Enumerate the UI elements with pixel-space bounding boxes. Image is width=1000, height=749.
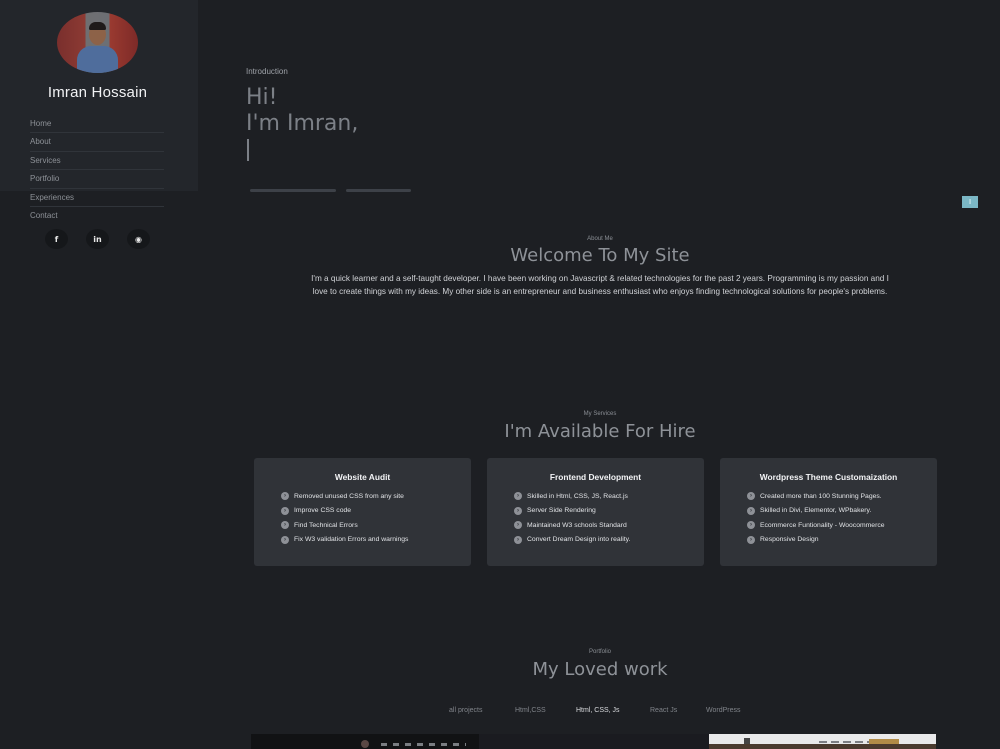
list-item: › Find Technical Errors: [281, 518, 463, 533]
chevron-right-icon: ›: [281, 506, 289, 515]
list-item-text: Convert Dream Design into reality.: [527, 536, 631, 544]
sidebar-nav: Home About Services Portfolio Experience…: [30, 115, 164, 225]
nav-about[interactable]: About: [30, 133, 164, 152]
portfolio-thumbnail[interactable]: [251, 734, 479, 749]
portfolio-thumbnail[interactable]: [709, 734, 936, 749]
list-item: › Removed unused CSS from any site: [281, 489, 463, 504]
nav-services[interactable]: Services: [30, 152, 164, 171]
chevron-right-icon: ›: [514, 535, 522, 544]
list-item-text: Server Side Rendering: [527, 507, 596, 515]
hero-greeting: Hi!: [246, 85, 278, 110]
service-card-website-audit: Website Audit › Removed unused CSS from a…: [254, 458, 471, 566]
portfolio-title: My Loved work: [532, 659, 668, 680]
hero-button-primary[interactable]: [250, 189, 336, 192]
portfolio-filters: all projects Html,CSS Html, CSS, Js Reac…: [0, 707, 1000, 719]
list-item-text: Skilled in Html, CSS, JS, React.js: [527, 492, 628, 500]
list-item-text: Responsive Design: [760, 536, 819, 544]
list-item-text: Removed unused CSS from any site: [294, 492, 404, 500]
portfolio-thumbnail[interactable]: [479, 734, 709, 749]
portfolio-eyebrow: Portfolio: [588, 649, 611, 655]
list-item: › Improve CSS code: [281, 504, 463, 519]
filter-react-js[interactable]: React Js: [650, 707, 677, 714]
chevron-right-icon: ›: [514, 506, 522, 515]
social-links: f in ◉: [45, 229, 150, 249]
nav-home[interactable]: Home: [30, 115, 164, 134]
list-item: › Responsive Design: [747, 533, 929, 548]
list-item: › Convert Dream Design into reality.: [514, 533, 696, 548]
about-title: Welcome To My Site: [510, 245, 690, 266]
list-item: › Skilled in Html, CSS, JS, React.js: [514, 489, 696, 504]
list-item-text: Improve CSS code: [294, 507, 352, 515]
service-card-title: Frontend Development: [549, 472, 642, 482]
filter-wordpress[interactable]: WordPress: [706, 707, 741, 714]
list-item-text: Find Technical Errors: [294, 521, 358, 529]
filter-html-css-js[interactable]: Html, CSS, Js: [576, 707, 620, 714]
list-item-text: Created more than 100 Stunning Pages.: [760, 492, 882, 500]
hero-name-line: I'm Imran,: [246, 111, 359, 136]
list-item: › Created more than 100 Stunning Pages.: [747, 489, 929, 504]
github-icon[interactable]: ◉: [127, 229, 150, 249]
typing-cursor: [247, 139, 249, 161]
chevron-right-icon: ›: [747, 521, 755, 530]
services-eyebrow: My Services: [583, 411, 617, 417]
list-item-text: Fix W3 validation Errors and warnings: [294, 536, 409, 544]
list-item-text: Ecommerce Funtionality - Woocommerce: [760, 521, 885, 529]
hero-button-secondary[interactable]: [346, 189, 411, 192]
chevron-right-icon: ›: [281, 535, 289, 544]
chevron-right-icon: ›: [747, 535, 755, 544]
list-item-text: Maintained W3 schools Standard: [527, 521, 627, 529]
service-list: › Created more than 100 Stunning Pages. ›…: [747, 489, 929, 547]
list-item: › Maintained W3 schools Standard: [514, 518, 696, 533]
list-item: › Skilled in Divi, Elementor, WPbakery.: [747, 504, 929, 519]
avatar-body: [77, 46, 118, 73]
avatar-hair: [89, 22, 106, 30]
service-card-wordpress: Wordpress Theme Customaization › Created …: [720, 458, 937, 566]
hero-eyebrow: Introduction: [246, 67, 288, 76]
chevron-right-icon: ›: [747, 492, 755, 501]
nav-contact[interactable]: Contact: [30, 207, 164, 225]
chevron-right-icon: ›: [747, 506, 755, 515]
thumbnail-logo: [361, 740, 369, 748]
thumbnail-nav: [381, 743, 466, 746]
chevron-right-icon: ›: [514, 521, 522, 530]
about-eyebrow: About Me: [587, 236, 613, 242]
service-list: › Removed unused CSS from any site › Impro…: [281, 489, 463, 547]
list-item: › Ecommerce Funtionality - Woocommerce: [747, 518, 929, 533]
scroll-top-button[interactable]: I: [962, 196, 978, 208]
facebook-icon[interactable]: f: [45, 229, 68, 249]
service-list: › Skilled in Html, CSS, JS, React.js › Ser…: [514, 489, 696, 547]
chevron-right-icon: ›: [281, 521, 289, 530]
nav-experiences[interactable]: Experiences: [30, 189, 164, 207]
filter-all-projects[interactable]: all projects: [449, 707, 482, 714]
thumbnail-hero: [709, 744, 936, 749]
services-title: I'm Available For Hire: [504, 421, 696, 442]
service-card-title: Wordpress Theme Customaization: [759, 472, 898, 482]
list-item-text: Skilled in Divi, Elementor, WPbakery.: [760, 507, 872, 515]
nav-portfolio[interactable]: Portfolio: [30, 170, 164, 189]
filter-html-css[interactable]: Html,CSS: [515, 707, 546, 714]
linkedin-icon[interactable]: in: [86, 229, 109, 249]
list-item: › Fix W3 validation Errors and warnings: [281, 533, 463, 548]
service-card-frontend-development: Frontend Development › Skilled in Html, C…: [487, 458, 704, 566]
avatar: [57, 12, 138, 73]
about-text: I'm a quick learner and a self-taught de…: [311, 274, 889, 296]
chevron-right-icon: ›: [514, 492, 522, 501]
owner-name: Imran Hossain: [47, 84, 148, 101]
chevron-right-icon: ›: [281, 492, 289, 501]
service-card-title: Website Audit: [334, 472, 391, 482]
list-item: › Server Side Rendering: [514, 504, 696, 519]
